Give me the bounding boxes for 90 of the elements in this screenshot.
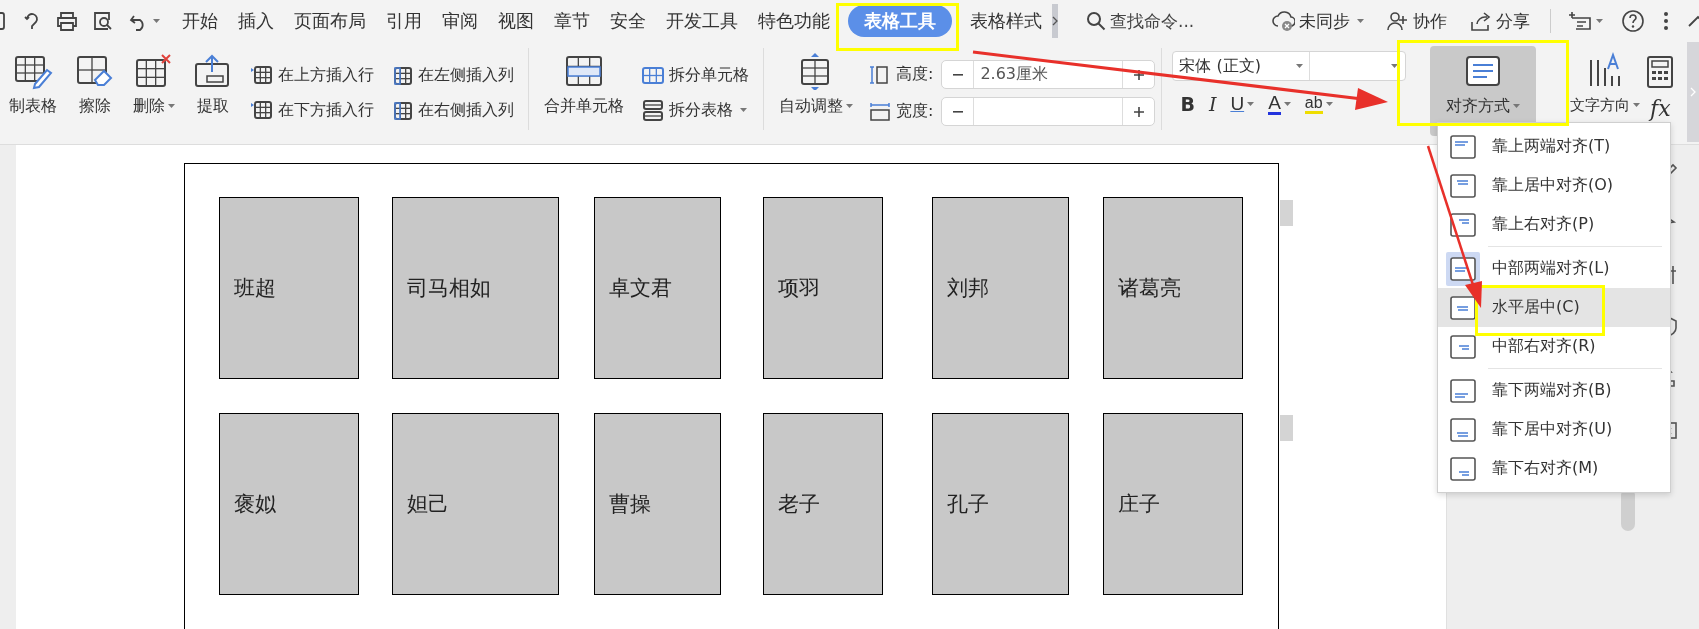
menu-tab[interactable]: 章节 <box>544 5 600 37</box>
ribbon-button[interactable]: 删除 <box>126 46 182 136</box>
ribbon-button[interactable]: 制表格 <box>2 46 64 136</box>
caret-icon <box>846 104 853 109</box>
number-stepper[interactable]: 2.63厘米 <box>941 60 1156 89</box>
ribbon-button[interactable]: 在下方插入行 <box>246 97 378 124</box>
minus-icon[interactable] <box>952 110 963 113</box>
caret-icon <box>153 18 160 24</box>
menu-tab[interactable]: 开发工具 <box>656 5 748 37</box>
menu-tab[interactable]: 页面布局 <box>284 5 376 37</box>
chevron-right-icon <box>1052 16 1058 26</box>
table-cell: 司马相如 <box>392 197 559 379</box>
field-label: 宽度: <box>896 101 934 122</box>
caret-icon <box>1513 104 1521 109</box>
caret-icon <box>168 104 175 109</box>
ribbon-button[interactable]: 拆分表格 <box>637 97 753 124</box>
caret-icon <box>1283 101 1291 107</box>
menu-tab[interactable]: 安全 <box>600 5 656 37</box>
ribbon-button[interactable]: 提取 <box>186 46 240 136</box>
ribbon-button[interactable]: 自动调整 <box>772 46 860 136</box>
format-button[interactable]: U <box>1230 93 1255 115</box>
menu-item[interactable]: 靠下居中对齐(U) <box>1438 410 1670 449</box>
table-cell: 庄子 <box>1103 413 1243 595</box>
more-tabs-button[interactable] <box>1052 4 1058 38</box>
caret-icon <box>740 108 747 113</box>
menu-item[interactable]: 水平居中(C) <box>1438 288 1670 327</box>
table-cell: 曹操 <box>594 413 721 595</box>
toolbar-button[interactable]: 分享 <box>1469 9 1530 33</box>
caret-icon <box>1325 101 1333 107</box>
row-handle[interactable] <box>1280 415 1293 441</box>
insert-row-icon <box>250 64 274 87</box>
minus-icon[interactable] <box>952 73 963 76</box>
menu-tab[interactable]: 审阅 <box>432 5 488 37</box>
cloud-icon <box>1272 10 1295 32</box>
plus-icon[interactable] <box>1133 106 1144 117</box>
ribbon-button[interactable]: 在左侧插入列 <box>386 62 518 89</box>
menu-tab[interactable]: 表格样式 <box>960 5 1052 37</box>
menu-item[interactable]: 靠下右对齐(M) <box>1438 449 1670 488</box>
table-cell: 项羽 <box>763 197 883 379</box>
caret-icon <box>1596 18 1603 24</box>
caret-icon <box>1633 103 1641 108</box>
table-cell: 刘邦 <box>932 197 1069 379</box>
menu-tab[interactable]: 开始 <box>172 5 228 37</box>
toolbar-button[interactable]: 未同步 <box>1272 9 1364 33</box>
insert-row-icon <box>250 99 274 122</box>
format-button[interactable]: B <box>1180 93 1195 115</box>
split-cells-icon <box>641 64 665 87</box>
menu-item[interactable]: 中部两端对齐(L) <box>1438 249 1670 288</box>
menu-item[interactable]: 中部右对齐(R) <box>1438 327 1670 366</box>
ribbon-button[interactable]: 擦除 <box>68 46 122 136</box>
share-icon <box>1469 10 1492 32</box>
split-table-icon <box>641 99 665 122</box>
table-cell: 孔子 <box>932 413 1069 595</box>
menu-item[interactable]: 靠下两端对齐(B) <box>1438 371 1670 410</box>
row-handle[interactable] <box>1280 200 1293 226</box>
print-preview-icon[interactable] <box>92 11 114 31</box>
person-add-icon <box>1386 10 1409 32</box>
menu-tab[interactable]: 视图 <box>488 5 544 37</box>
caret-icon <box>1357 18 1364 24</box>
plus-icon[interactable] <box>1133 69 1144 80</box>
more-icon[interactable] <box>1663 10 1669 32</box>
width-icon <box>868 100 892 123</box>
caret-icon <box>1247 101 1255 107</box>
menu-tab[interactable]: 特色功能 <box>748 5 840 37</box>
format-button[interactable]: ab <box>1304 94 1333 114</box>
format-button[interactable]: A <box>1268 93 1291 115</box>
list-add-icon[interactable] <box>1569 10 1593 32</box>
menu-tab[interactable]: 引用 <box>376 5 432 37</box>
chevron-right-icon <box>1690 87 1696 97</box>
ribbon-button[interactable]: 在上方插入行 <box>246 62 378 89</box>
table-cell: 诸葛亮 <box>1103 197 1243 379</box>
field-label: 高度: <box>896 64 934 85</box>
ribbon-button[interactable]: 合并单元格 <box>537 46 631 136</box>
table-delete-icon <box>134 52 174 90</box>
table-cell: 老子 <box>763 413 883 595</box>
table-cell: 妲己 <box>392 413 559 595</box>
help-icon[interactable] <box>1621 9 1645 33</box>
search-icon <box>1086 11 1106 31</box>
table-cell: 班超 <box>219 197 359 379</box>
toolbar-button[interactable]: 协作 <box>1386 9 1447 33</box>
menu-item[interactable]: 靠上右对齐(P) <box>1438 205 1670 244</box>
print-icon[interactable] <box>56 11 78 31</box>
menu-item[interactable]: 靠上居中对齐(O) <box>1438 166 1670 205</box>
table-cell: 卓文君 <box>594 197 721 379</box>
ribbon-button[interactable]: 拆分单元格 <box>637 62 753 89</box>
table-cell: 褒姒 <box>219 413 359 595</box>
ribbon-button[interactable]: 在右侧插入列 <box>386 97 518 124</box>
search-field[interactable]: 查找命令... <box>1086 11 1230 31</box>
format-button[interactable]: I <box>1208 93 1217 115</box>
menu-tab[interactable]: 插入 <box>228 5 284 37</box>
